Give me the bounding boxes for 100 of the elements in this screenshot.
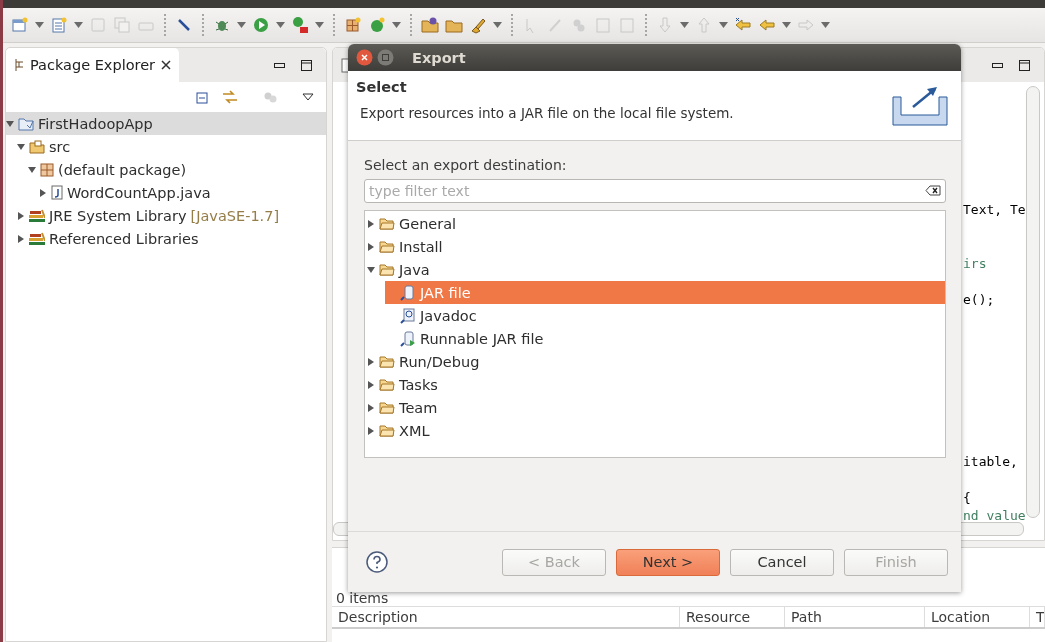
dropdown-caret-icon[interactable]: [276, 22, 285, 28]
destination-label: Runnable JAR file: [420, 330, 544, 347]
dropdown-caret-icon[interactable]: [821, 22, 830, 28]
tree-item[interactable]: FirstHadoopApp: [6, 112, 326, 135]
play-icon[interactable]: [252, 16, 270, 34]
destination-label: XML: [399, 422, 430, 439]
destination-item[interactable]: Java: [365, 258, 945, 281]
expanded-arrow-icon[interactable]: [367, 265, 375, 274]
dropdown-caret-icon[interactable]: [74, 22, 83, 28]
package-icon: [14, 58, 24, 72]
collapsed-arrow-icon[interactable]: [367, 242, 375, 251]
project-folder-icon: [18, 116, 34, 131]
dropdown-caret-icon[interactable]: [493, 22, 502, 28]
collapsed-arrow-icon[interactable]: [39, 188, 47, 197]
dialog-button[interactable]: Next >: [616, 548, 720, 576]
view-menu-icon[interactable]: [302, 93, 314, 101]
item-count: 0 items: [335, 590, 390, 606]
dropdown-caret-icon[interactable]: [392, 22, 401, 28]
destination-label: Java: [399, 261, 430, 278]
destination-label: Team: [399, 399, 438, 416]
code-text: {: [963, 490, 971, 505]
destination-item[interactable]: Run/Debug: [365, 350, 945, 373]
folder-icon: [379, 355, 395, 368]
dropdown-caret-icon[interactable]: [719, 22, 728, 28]
link-arrows-icon[interactable]: [222, 90, 238, 104]
filter-field[interactable]: type filter text: [364, 179, 946, 203]
collapsed-arrow-icon[interactable]: [17, 211, 25, 220]
column-header[interactable]: T: [1030, 607, 1045, 627]
expanded-arrow-icon[interactable]: [17, 142, 25, 151]
jar-icon: [400, 284, 416, 301]
column-header[interactable]: Resource: [680, 607, 785, 627]
dialog-button[interactable]: Cancel: [730, 548, 834, 576]
tree-item-label: (default package): [58, 161, 187, 178]
minimize-icon[interactable]: [992, 62, 1003, 68]
collapsed-arrow-icon[interactable]: [367, 380, 375, 389]
collapsed-arrow-icon[interactable]: [367, 219, 375, 228]
destination-item[interactable]: Team: [365, 396, 945, 419]
library-version: [JavaSE-1.7]: [190, 207, 280, 224]
destination-label: Javadoc: [420, 307, 477, 324]
tree-item[interactable]: JRE System Library [JavaSE-1.7]: [17, 204, 326, 227]
folder-icon: [379, 401, 395, 414]
destination-item[interactable]: Install: [365, 235, 945, 258]
tree-item-label: FirstHadoopApp: [38, 115, 153, 132]
destination-item[interactable]: XML: [365, 419, 945, 442]
page-description: Export resources into a JAR file on the local file system.: [359, 105, 734, 121]
destination-item[interactable]: Tasks: [365, 373, 945, 396]
tree-item-label: src: [49, 138, 71, 155]
run-icon[interactable]: [291, 16, 309, 34]
folder-icon: [379, 424, 395, 437]
code-text: Text, Te: [963, 202, 1026, 217]
back-arrow-icon[interactable]: [734, 16, 752, 34]
dropdown-caret-icon[interactable]: [237, 22, 246, 28]
maximize-icon[interactable]: [1019, 59, 1030, 71]
destination-label: Install: [399, 238, 443, 255]
column-header[interactable]: Description: [332, 607, 680, 627]
code-text: irs: [963, 256, 987, 271]
collapsed-arrow-icon[interactable]: [367, 426, 375, 435]
class-icon[interactable]: [368, 16, 386, 34]
destination-label: General: [399, 215, 457, 232]
new-window-icon[interactable]: [11, 16, 29, 34]
collapse-all-icon[interactable]: [194, 90, 208, 104]
column-header[interactable]: Path: [785, 607, 925, 627]
expanded-arrow-icon[interactable]: [28, 165, 36, 174]
dropdown-caret-icon[interactable]: [35, 22, 44, 28]
collapsed-arrow-icon[interactable]: [17, 234, 25, 243]
minimize-icon[interactable]: [274, 62, 285, 68]
destination-item[interactable]: General: [365, 212, 945, 235]
folder-icon[interactable]: [421, 16, 439, 34]
tree-item[interactable]: (default package): [28, 158, 326, 181]
tree-item-label: JRE System Library: [49, 207, 187, 224]
vertical-scrollbar[interactable]: [1025, 86, 1040, 518]
back-arrow-icon[interactable]: [758, 16, 776, 34]
clear-icon[interactable]: [925, 185, 941, 196]
tree-item[interactable]: Referenced Libraries: [17, 227, 326, 250]
destination-item[interactable]: Runnable JAR file: [385, 327, 945, 350]
collapsed-arrow-icon[interactable]: [367, 403, 375, 412]
page-heading: Select: [356, 79, 408, 95]
tree-item[interactable]: WordCountApp.java: [39, 181, 326, 204]
package-icon[interactable]: [344, 16, 362, 34]
dropdown-caret-icon[interactable]: [680, 22, 689, 28]
code-text: nd value: [963, 508, 1026, 522]
maximize-icon[interactable]: [301, 59, 312, 71]
dropdown-caret-icon[interactable]: [782, 22, 791, 28]
books-icon: [29, 209, 45, 222]
close-icon[interactable]: [356, 49, 373, 66]
destination-item[interactable]: Javadoc: [385, 304, 945, 327]
column-header[interactable]: Location: [925, 607, 1030, 627]
close-icon[interactable]: [161, 60, 172, 70]
destination-label: Select an export destination:: [364, 157, 568, 173]
package-explorer-tab[interactable]: Package Explorer: [6, 48, 180, 82]
books-icon: [29, 232, 45, 245]
collapsed-arrow-icon[interactable]: [367, 357, 375, 366]
folder-icon: [379, 263, 395, 276]
tree-item[interactable]: src: [17, 135, 326, 158]
dropdown-caret-icon[interactable]: [315, 22, 324, 28]
folder-icon: [379, 217, 395, 230]
folder-icon: [379, 378, 395, 391]
export-icon: [891, 85, 949, 129]
expanded-arrow-icon[interactable]: [6, 119, 14, 128]
help-icon[interactable]: [366, 551, 388, 573]
